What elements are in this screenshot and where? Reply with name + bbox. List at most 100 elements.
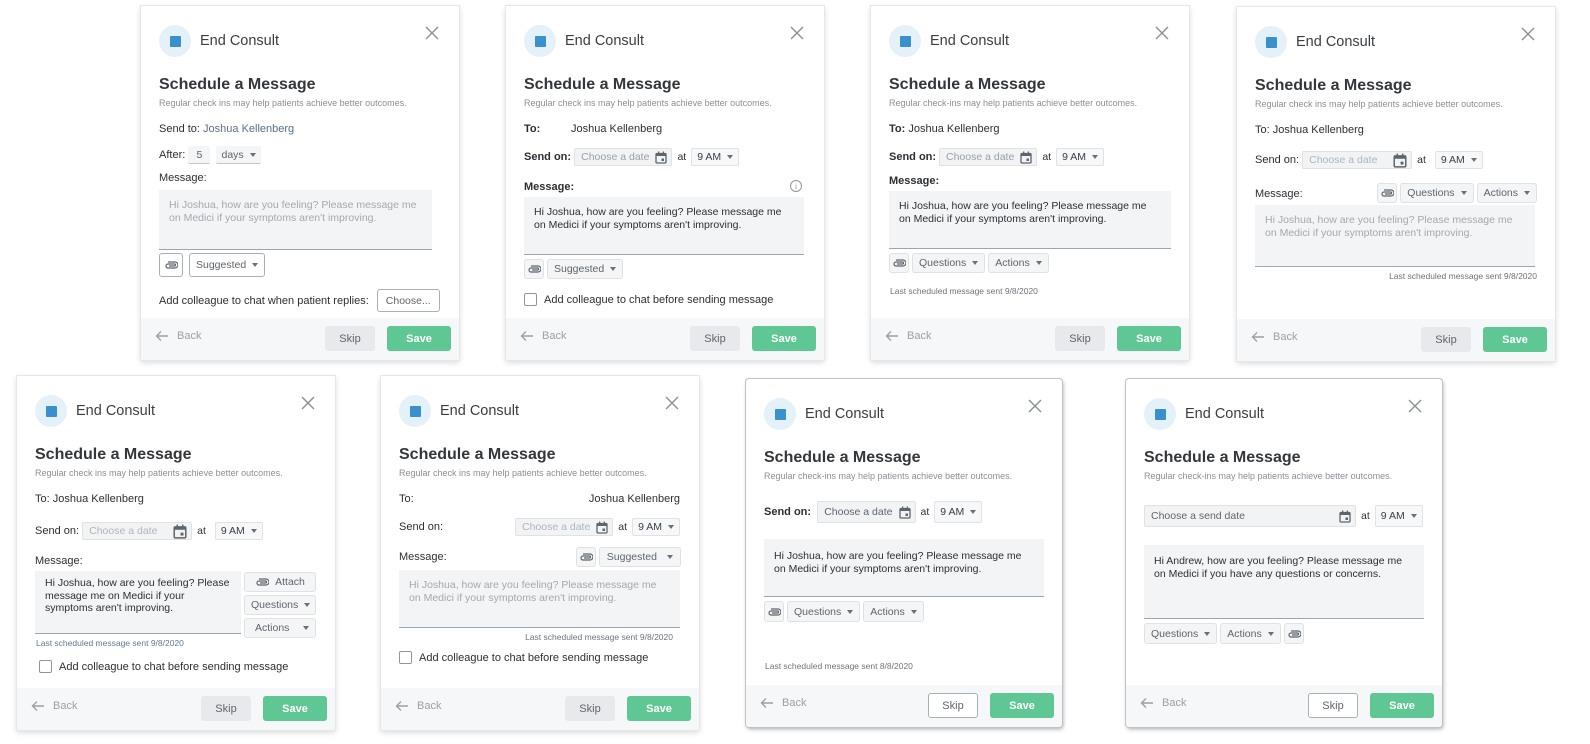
close-icon[interactable] bbox=[1521, 27, 1535, 41]
close-icon[interactable] bbox=[1408, 399, 1422, 413]
after-days-input[interactable]: 5 bbox=[188, 146, 211, 164]
attach-button[interactable] bbox=[1377, 183, 1398, 203]
time-select[interactable]: 9 AM bbox=[1434, 151, 1483, 169]
attach-button[interactable] bbox=[889, 253, 909, 273]
calendar-icon[interactable] bbox=[173, 524, 187, 539]
time-select[interactable]: 9 AM bbox=[214, 522, 263, 540]
message-textarea[interactable]: Hi Joshua, how are you feeling? Please m… bbox=[1255, 205, 1535, 267]
actions-dropdown[interactable]: Actions bbox=[1476, 183, 1537, 203]
suggested-dropdown[interactable]: Suggested bbox=[598, 547, 681, 567]
time-select[interactable]: 9 AM bbox=[1056, 148, 1105, 166]
attach-button[interactable] bbox=[1283, 623, 1304, 644]
save-button[interactable]: Save bbox=[752, 326, 816, 351]
date-input[interactable]: Choose a date bbox=[514, 518, 614, 536]
end-consult-icon bbox=[764, 398, 796, 430]
back-button[interactable]: Back bbox=[31, 700, 77, 712]
close-icon[interactable] bbox=[301, 396, 315, 410]
back-button[interactable]: Back bbox=[1140, 697, 1186, 709]
skip-button[interactable]: Skip bbox=[325, 326, 375, 351]
time-select[interactable]: 9 AM bbox=[1374, 505, 1423, 527]
time-select[interactable]: 9 AM bbox=[632, 518, 680, 536]
save-button[interactable]: Save bbox=[1117, 326, 1181, 351]
after-unit-select[interactable]: days bbox=[216, 146, 261, 164]
time-select[interactable]: 9 AM bbox=[691, 148, 740, 166]
save-button[interactable]: Save bbox=[1370, 693, 1434, 718]
questions-dropdown[interactable]: Questions bbox=[787, 601, 861, 622]
save-button[interactable]: Save bbox=[387, 326, 451, 351]
message-textarea[interactable]: Hi Joshua, how are you feeling? Please m… bbox=[764, 539, 1044, 597]
skip-button[interactable]: Skip bbox=[1308, 693, 1358, 718]
arrow-left-icon bbox=[520, 330, 534, 342]
back-button[interactable]: Back bbox=[155, 330, 201, 342]
suggested-dropdown[interactable]: Suggested bbox=[189, 253, 266, 277]
actions-dropdown[interactable]: Actions bbox=[988, 253, 1049, 273]
chevron-down-icon bbox=[610, 267, 617, 271]
info-icon[interactable]: i bbox=[790, 180, 802, 192]
skip-button[interactable]: Skip bbox=[1421, 327, 1471, 352]
save-button[interactable]: Save bbox=[263, 696, 327, 721]
close-icon[interactable] bbox=[1028, 399, 1042, 413]
back-button[interactable]: Back bbox=[885, 330, 931, 342]
time-value: 9 AM bbox=[697, 151, 722, 163]
questions-dropdown[interactable]: Questions bbox=[244, 595, 316, 615]
calendar-icon[interactable] bbox=[1020, 151, 1032, 164]
message-textarea[interactable]: Hi Joshua, how are you feeling? Please m… bbox=[889, 191, 1171, 249]
add-colleague-checkbox[interactable] bbox=[399, 651, 412, 664]
schedule-message-modal-v6: End Consult Schedule a Message Regular c… bbox=[381, 376, 699, 730]
skip-button[interactable]: Skip bbox=[201, 696, 251, 721]
attach-button[interactable] bbox=[764, 601, 784, 622]
actions-dropdown[interactable]: Actions bbox=[863, 601, 924, 622]
message-textarea[interactable]: Hi Andrew, how are you feeling? Please m… bbox=[1144, 545, 1424, 619]
modal-title: End Consult bbox=[805, 406, 884, 422]
skip-button[interactable]: Skip bbox=[565, 696, 615, 721]
date-input[interactable]: Choose a date bbox=[574, 148, 673, 166]
add-colleague-checkbox[interactable] bbox=[524, 293, 537, 306]
calendar-icon[interactable] bbox=[596, 521, 608, 534]
questions-dropdown[interactable]: Questions bbox=[1400, 183, 1474, 203]
back-button[interactable]: Back bbox=[395, 700, 441, 712]
choose-colleague-button[interactable]: Choose... bbox=[376, 289, 440, 312]
actions-dropdown[interactable]: Actions bbox=[244, 618, 316, 638]
skip-button[interactable]: Skip bbox=[1055, 326, 1105, 351]
message-textarea[interactable]: Hi Joshua, how are you feeling? Please m… bbox=[399, 570, 680, 628]
back-button[interactable]: Back bbox=[520, 330, 566, 342]
save-button[interactable]: Save bbox=[990, 693, 1054, 718]
close-icon[interactable] bbox=[425, 26, 439, 40]
send-on-label: Send on: bbox=[1255, 154, 1300, 166]
skip-button[interactable]: Skip bbox=[690, 326, 740, 351]
add-colleague-checkbox[interactable] bbox=[39, 660, 52, 673]
message-textarea[interactable]: Hi Joshua, how are you feeling? Please m… bbox=[524, 197, 804, 255]
chevron-down-icon bbox=[847, 609, 854, 614]
attach-button[interactable] bbox=[159, 253, 183, 277]
close-icon[interactable] bbox=[790, 26, 804, 40]
suggested-dropdown[interactable]: Suggested bbox=[547, 259, 624, 279]
questions-dropdown[interactable]: Questions bbox=[1144, 623, 1218, 644]
date-input[interactable]: Choose a send date bbox=[1144, 505, 1356, 527]
save-button[interactable]: Save bbox=[1483, 327, 1547, 352]
chevron-down-icon bbox=[1460, 191, 1467, 195]
attach-button[interactable] bbox=[524, 259, 544, 279]
date-input[interactable]: Choose a date bbox=[817, 501, 916, 523]
date-input[interactable]: Choose a date bbox=[82, 522, 193, 540]
back-button[interactable]: Back bbox=[760, 697, 806, 709]
time-select[interactable]: 9 AM bbox=[934, 501, 983, 523]
skip-button[interactable]: Skip bbox=[928, 693, 978, 718]
date-input[interactable]: Choose a date bbox=[1302, 151, 1413, 169]
attach-button[interactable] bbox=[575, 547, 596, 567]
calendar-icon[interactable] bbox=[899, 506, 911, 519]
message-textarea[interactable]: Hi Joshua, how are you feeling? Please m… bbox=[35, 571, 241, 634]
save-button[interactable]: Save bbox=[627, 696, 691, 721]
calendar-icon[interactable] bbox=[1393, 153, 1407, 168]
questions-dropdown[interactable]: Questions bbox=[912, 253, 986, 273]
actions-dropdown[interactable]: Actions bbox=[1220, 623, 1281, 644]
calendar-icon[interactable] bbox=[655, 151, 667, 164]
date-input[interactable]: Choose a date bbox=[939, 148, 1038, 166]
back-button[interactable]: Back bbox=[1251, 331, 1297, 343]
end-consult-icon bbox=[1255, 26, 1287, 58]
close-icon[interactable] bbox=[665, 396, 679, 410]
close-icon[interactable] bbox=[1155, 26, 1169, 40]
message-textarea[interactable]: Hi Joshua, how are you feeling? Please m… bbox=[159, 190, 432, 250]
chevron-down-icon bbox=[727, 155, 734, 159]
calendar-icon[interactable] bbox=[1339, 510, 1351, 523]
attach-button[interactable]: Attach bbox=[244, 572, 316, 592]
